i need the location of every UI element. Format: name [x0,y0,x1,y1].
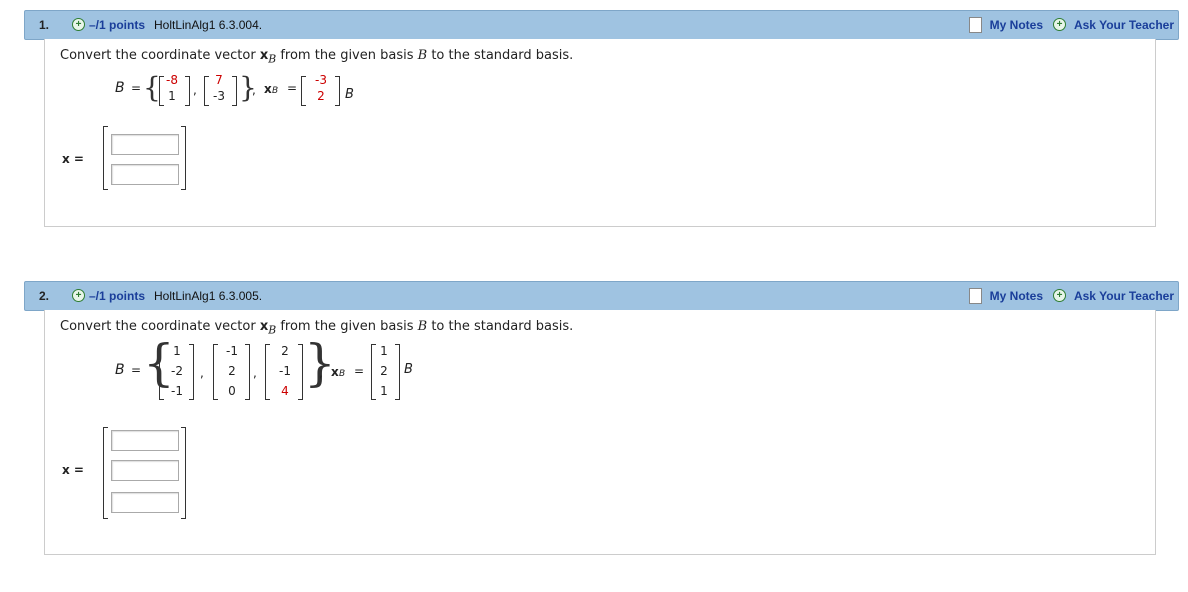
comma: , [193,83,197,97]
matrix-entry: -3 [315,73,327,87]
question-1-header: 1. + –/1 points HoltLinAlg1 6.3.004. My … [24,10,1179,40]
matrix-entry: 2 [317,89,325,103]
bracket-right [395,344,400,400]
question-2: 2. + –/1 points HoltLinAlg1 6.3.005. My … [24,281,1179,311]
matrix-entry: -1 [171,384,183,398]
comma: , [253,366,257,380]
plus-circle-icon[interactable]: + [72,18,85,31]
plus-circle-icon[interactable]: + [1053,289,1066,302]
prompt-text: from the given basis [276,48,418,63]
matrix-entry: 2 [380,364,388,378]
matrix-entry: 2 [228,364,236,378]
matrix-entry: 7 [215,73,223,87]
bracket-left [301,76,306,106]
bracket-left [265,344,270,400]
question-code: HoltLinAlg1 6.3.004. [154,18,263,32]
ask-teacher-link[interactable]: Ask Your Teacher [1074,289,1174,303]
answer-label: x = [62,463,84,477]
bracket-right [335,76,340,106]
plus-circle-icon[interactable]: + [1053,18,1066,31]
basis-subscript: B [345,87,354,102]
notes-icon[interactable] [969,17,982,33]
question-prompt: Convert the coordinate vector xB from th… [60,48,573,66]
matrix-entry: 0 [228,384,236,398]
bracket-right [185,76,190,106]
answer-field-2[interactable] [111,164,179,185]
my-notes-link[interactable]: My Notes [990,18,1043,32]
bracket-left [103,126,108,190]
matrix-entry: -1 [279,364,291,378]
vector-x: x [331,365,339,379]
matrix-entry: 1 [173,344,181,358]
question-1-body: Convert the coordinate vector xB from th… [44,39,1156,227]
brace-close: } [304,334,336,392]
plus-circle-icon[interactable]: + [72,289,85,302]
equals-sign: = [131,363,142,377]
subscript-basis: B [339,369,346,379]
comma: , [200,366,204,380]
prompt-text: to the standard basis. [427,319,574,334]
matrix-entry: -2 [171,364,183,378]
question-number: 1. [39,18,50,32]
bracket-right [232,76,237,106]
bracket-left [103,427,108,519]
subscript-basis: B [268,323,277,337]
prompt-text: to the standard basis. [427,48,574,63]
matrix-entry: 2 [281,344,289,358]
notes-icon[interactable] [969,288,982,304]
equals-sign: = [287,81,298,95]
comma: , [252,83,256,97]
bracket-left [213,344,218,400]
prompt-text: Convert the coordinate vector [60,319,260,334]
matrix-entry: -8 [166,73,178,87]
prompt-text: from the given basis [276,319,418,334]
matrix-entry: -1 [226,344,238,358]
answer-field-1[interactable] [111,134,179,155]
equals-sign: = [131,81,142,95]
bracket-right [181,427,186,519]
basis-symbol: B [417,319,428,334]
matrix-entry: 1 [380,384,388,398]
bracket-right [181,126,186,190]
answer-label: x = [62,152,84,166]
matrix-entry: 1 [380,344,388,358]
basis-subscript: B [404,362,413,377]
bracket-right [245,344,250,400]
vector-x: x [259,48,269,63]
subscript-basis: B [272,86,279,96]
points-link[interactable]: –/1 points [89,18,145,32]
comma: , [319,366,323,380]
question-1: 1. + –/1 points HoltLinAlg1 6.3.004. My … [24,10,1179,40]
basis-label: B [115,362,125,378]
points-link[interactable]: –/1 points [89,289,145,303]
vector-x: x [259,319,269,334]
matrix-entry: 4 [281,384,289,398]
answer-field-3[interactable] [111,492,179,513]
basis-symbol: B [417,48,428,63]
question-2-body: Convert the coordinate vector xB from th… [44,310,1156,555]
ask-teacher-link[interactable]: Ask Your Teacher [1074,18,1174,32]
bracket-right [189,344,194,400]
equals-sign: = [354,364,365,378]
matrix-entry: -3 [213,89,225,103]
bracket-right [298,344,303,400]
basis-label: B [115,80,125,96]
question-code: HoltLinAlg1 6.3.005. [154,289,263,303]
question-2-header: 2. + –/1 points HoltLinAlg1 6.3.005. My … [24,281,1179,311]
vector-x: x [264,82,272,96]
answer-field-1[interactable] [111,430,179,451]
matrix-entry: 1 [168,89,176,103]
prompt-text: Convert the coordinate vector [60,48,260,63]
subscript-basis: B [268,52,277,66]
question-number: 2. [39,289,50,303]
my-notes-link[interactable]: My Notes [990,289,1043,303]
answer-field-2[interactable] [111,460,179,481]
bracket-left [159,344,164,400]
